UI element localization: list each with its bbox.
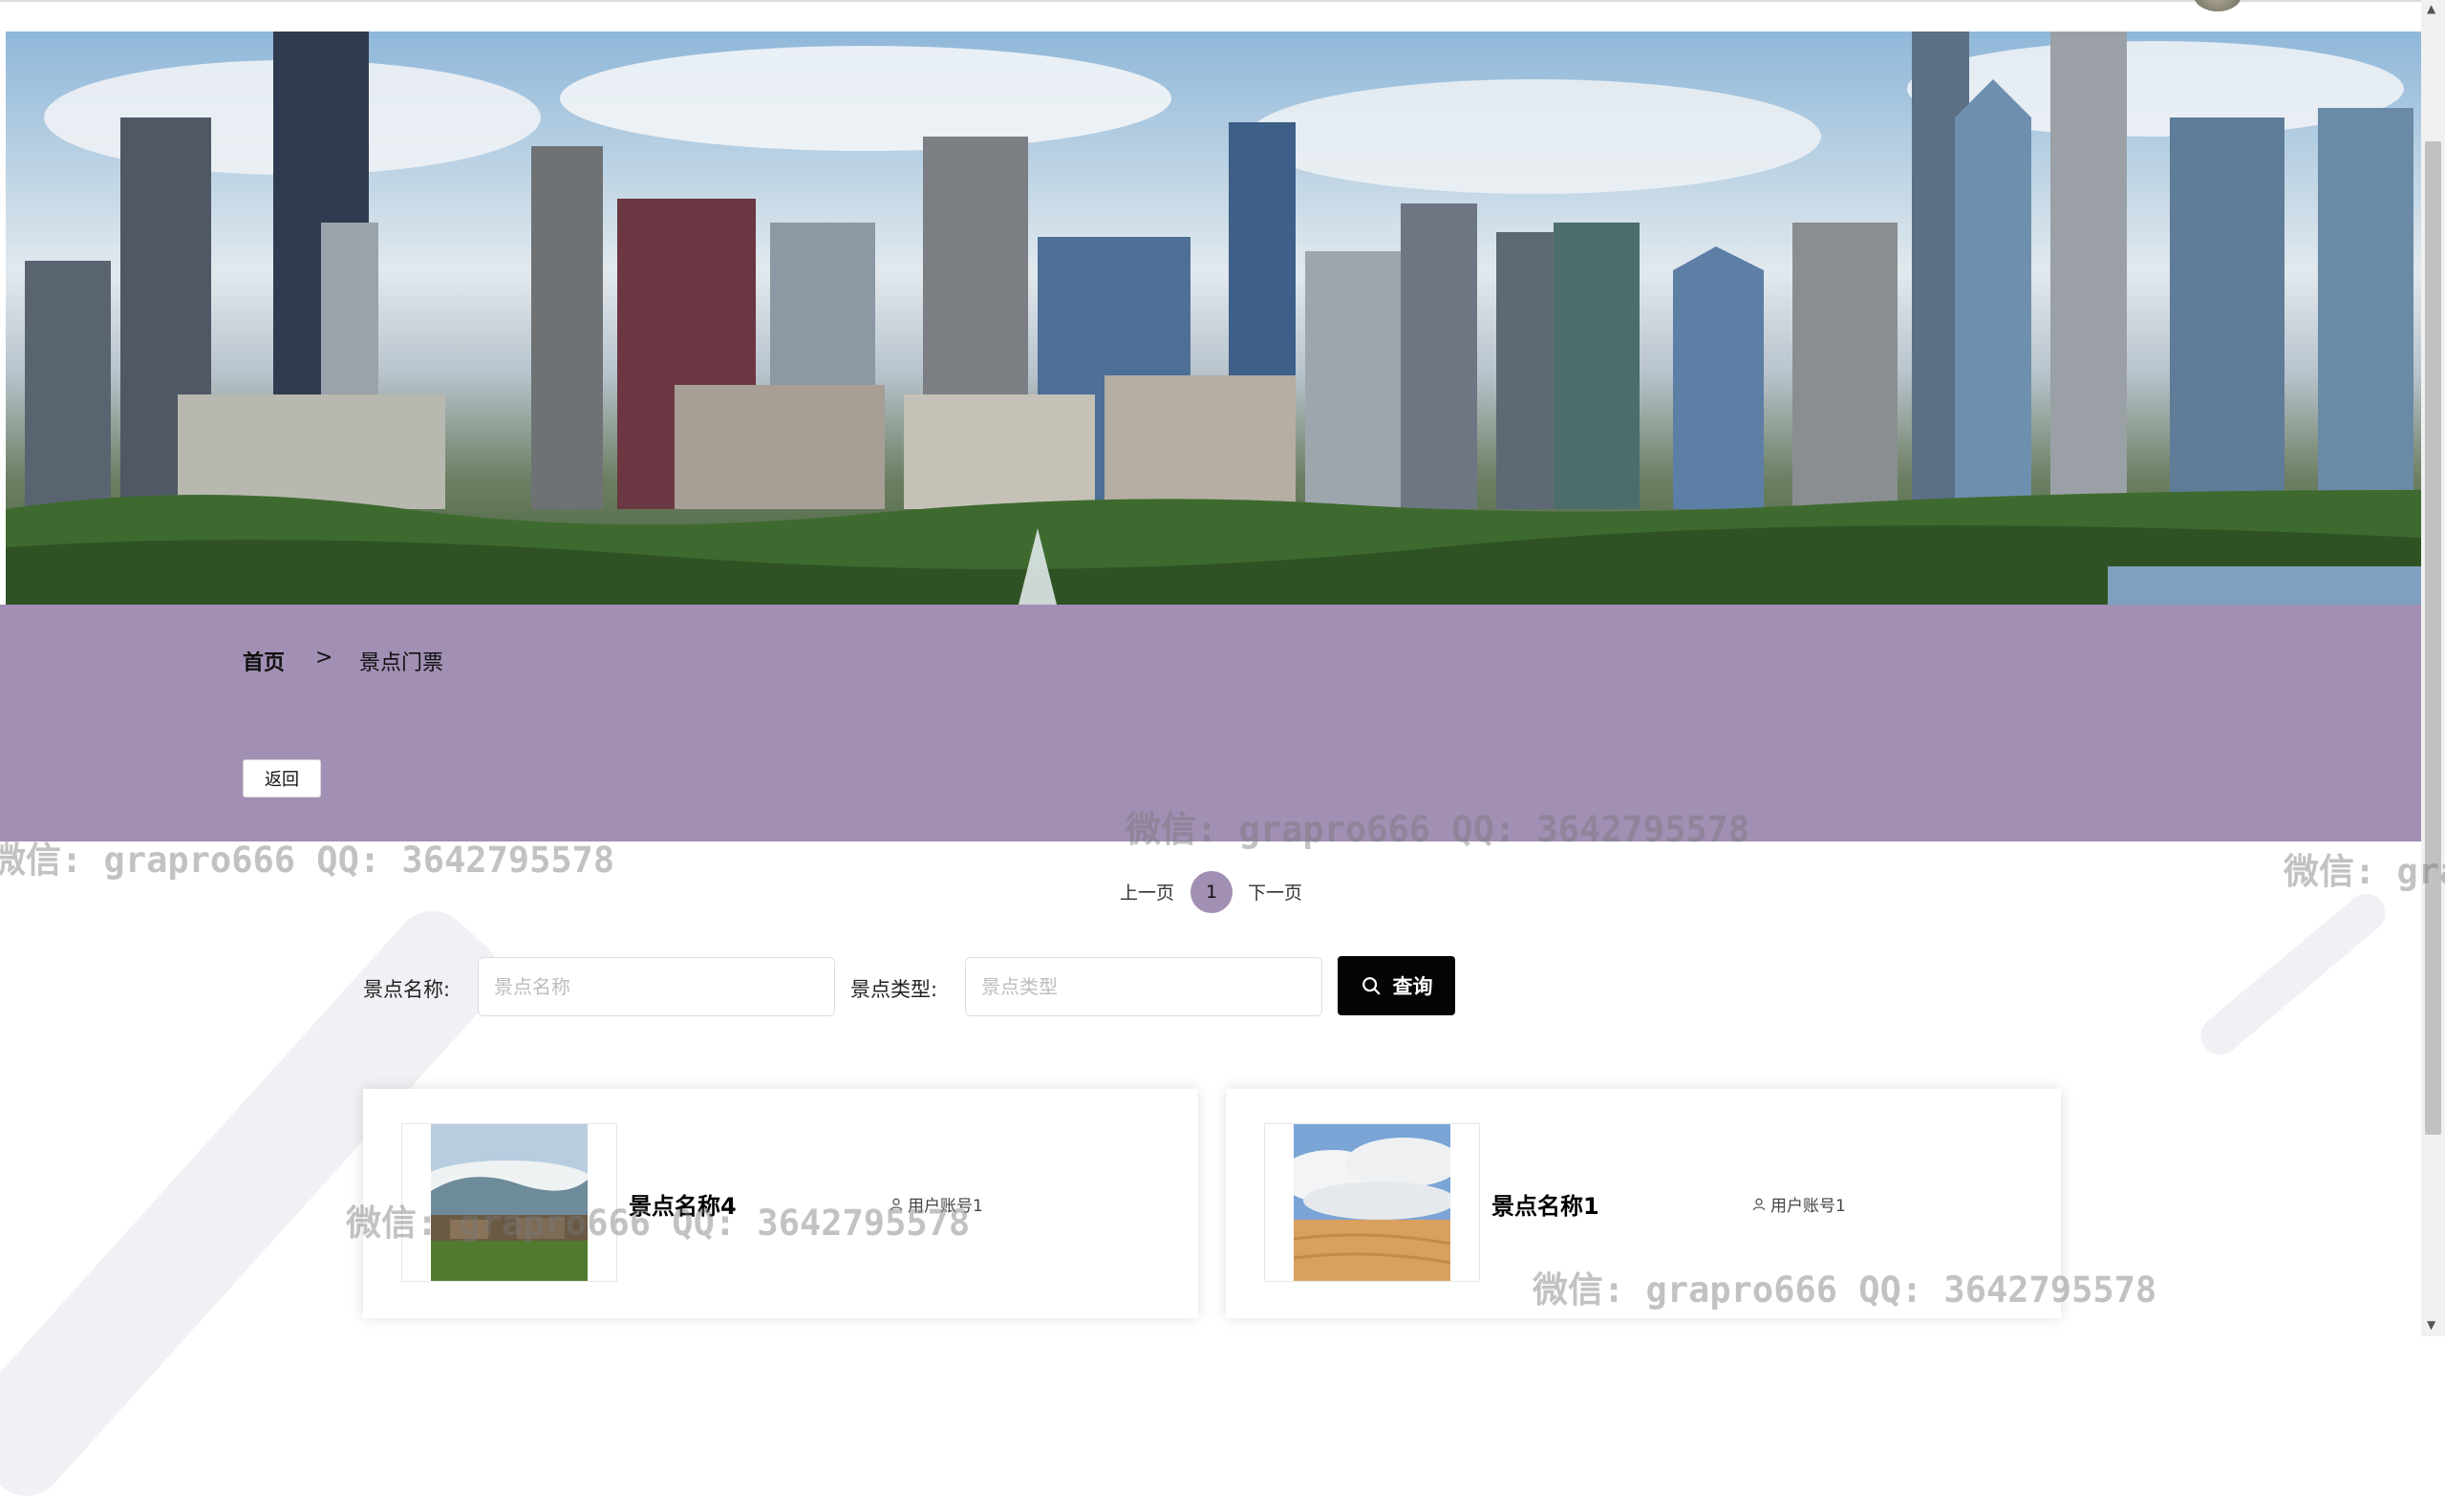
type-search-input[interactable] xyxy=(965,957,1322,1016)
attraction-title[interactable]: 景点名称4 xyxy=(629,1187,737,1221)
attraction-user-name: 用户账号1 xyxy=(1770,1197,1846,1216)
page-number-current[interactable]: 1 xyxy=(1190,871,1233,913)
background-stroke xyxy=(2193,885,2393,1063)
search-icon xyxy=(1362,977,1380,995)
attraction-image[interactable] xyxy=(1294,1124,1450,1281)
attraction-card[interactable]: 景点名称1 用户账号1 xyxy=(1226,1089,2061,1318)
user-icon xyxy=(890,1198,903,1210)
avatar[interactable] xyxy=(2194,0,2241,11)
vertical-scrollbar[interactable]: ▲ ▼ xyxy=(2421,0,2445,1336)
user-icon xyxy=(1752,1198,1766,1210)
attraction-title[interactable]: 景点名称1 xyxy=(1491,1187,1599,1221)
attraction-card[interactable]: 景点名称4 用户账号1 xyxy=(363,1089,1198,1318)
attraction-user: 用户账号1 xyxy=(889,1192,983,1216)
breadcrumb-band xyxy=(0,605,2421,841)
breadcrumb-home[interactable]: 首页 xyxy=(243,646,285,676)
attraction-image[interactable] xyxy=(431,1124,588,1281)
scrollbar-thumb[interactable] xyxy=(2425,141,2441,1135)
name-search-input[interactable] xyxy=(478,957,835,1016)
attraction-thumbnail-frame xyxy=(1264,1123,1480,1282)
attraction-user-name: 用户账号1 xyxy=(908,1197,983,1216)
breadcrumb-current: 景点门票 xyxy=(359,651,444,675)
breadcrumb-separator: > xyxy=(315,646,333,670)
attraction-user: 用户账号1 xyxy=(1751,1192,1846,1216)
top-border xyxy=(0,0,2421,2)
search-button[interactable]: 查询 xyxy=(1338,956,1455,1015)
next-page-link[interactable]: 下一页 xyxy=(1248,879,1302,905)
name-search-label: 景点名称: xyxy=(363,978,451,1001)
hero-banner-image xyxy=(6,32,2421,605)
attraction-thumbnail-frame xyxy=(401,1123,617,1282)
type-search-label: 景点类型: xyxy=(850,978,938,1001)
prev-page-link[interactable]: 上一页 xyxy=(1120,879,1174,905)
search-button-label: 查询 xyxy=(1392,975,1433,998)
scroll-down-arrow-icon[interactable]: ▼ xyxy=(2427,1318,2435,1331)
back-button[interactable]: 返回 xyxy=(243,759,321,798)
scroll-up-arrow-icon[interactable]: ▲ xyxy=(2427,2,2435,15)
